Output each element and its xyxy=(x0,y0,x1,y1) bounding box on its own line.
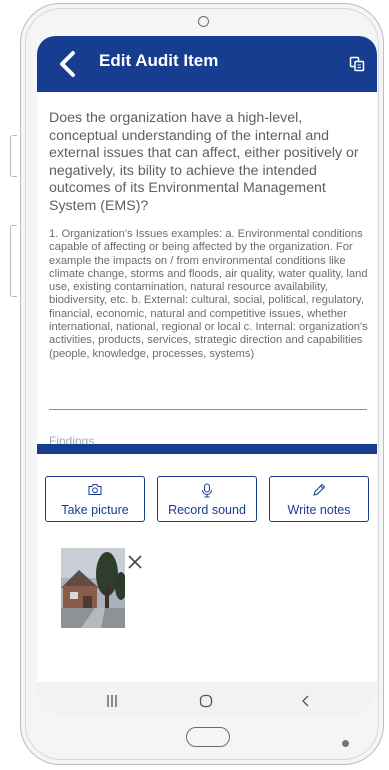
system-nav-bar xyxy=(37,682,377,716)
front-camera xyxy=(198,16,209,27)
record-sound-label: Record sound xyxy=(168,503,246,517)
take-picture-label: Take picture xyxy=(61,503,129,517)
description-underline xyxy=(49,409,367,410)
section-divider-bar xyxy=(37,444,377,454)
app-screen: Edit Audit Item Does the organization ha… xyxy=(37,36,377,716)
hardware-home-button[interactable] xyxy=(186,727,230,747)
attached-photo-thumbnail[interactable] xyxy=(61,548,125,628)
write-notes-label: Write notes xyxy=(287,503,351,517)
back-icon[interactable] xyxy=(299,694,313,708)
take-picture-button[interactable]: Take picture xyxy=(45,476,145,522)
home-icon[interactable] xyxy=(199,694,213,708)
close-icon[interactable] xyxy=(127,554,143,570)
volume-up-button xyxy=(10,135,17,177)
record-sound-button[interactable]: Record sound xyxy=(157,476,257,522)
side-key xyxy=(10,225,17,297)
back-arrow-icon[interactable] xyxy=(55,50,85,78)
camera-icon xyxy=(88,484,102,495)
microphone-icon xyxy=(202,483,212,498)
audit-description: 1. Organization's Issues examples: a. En… xyxy=(49,228,368,360)
pencil-icon xyxy=(313,483,326,496)
sensor-dot xyxy=(342,740,349,747)
write-notes-button[interactable]: Write notes xyxy=(269,476,369,522)
copy-icon[interactable] xyxy=(349,56,365,72)
app-bar: Edit Audit Item xyxy=(37,36,377,92)
page-title: Edit Audit Item xyxy=(99,51,219,70)
audit-question: Does the organization have a high-level,… xyxy=(49,110,359,214)
recents-icon[interactable] xyxy=(105,694,119,708)
